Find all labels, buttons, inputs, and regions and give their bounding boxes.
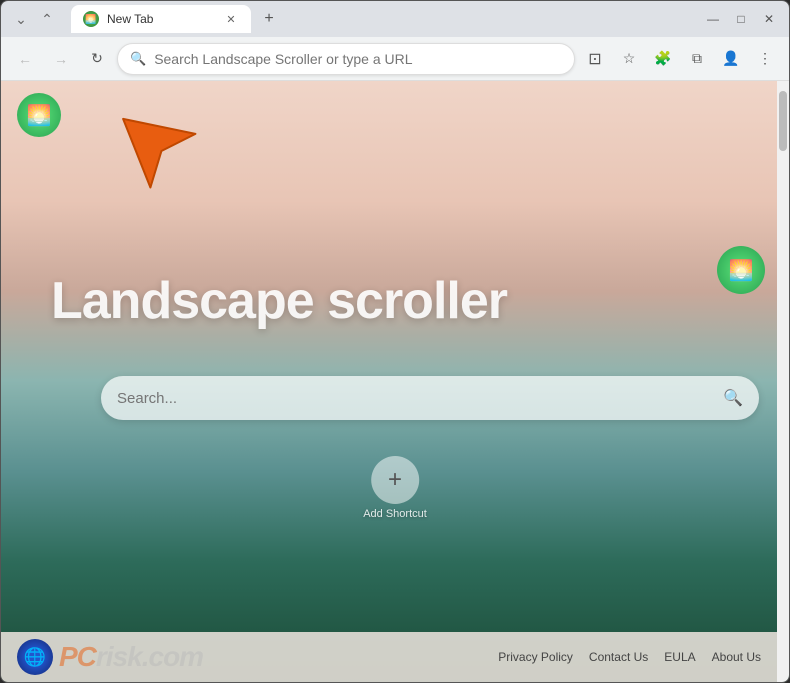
- tab-area: 🌅 New Tab ✕ +: [71, 1, 697, 37]
- contact-us-link[interactable]: Contact Us: [589, 650, 648, 664]
- address-input[interactable]: [154, 51, 562, 67]
- menu-button[interactable]: ⋮: [749, 43, 781, 75]
- add-shortcut-label: Add Shortcut: [363, 508, 427, 520]
- landscape-logo-icon: 🌅: [27, 103, 52, 128]
- add-shortcut-circle[interactable]: +: [371, 456, 419, 504]
- tab-favicon: 🌅: [83, 11, 99, 27]
- split-button[interactable]: ⧉: [681, 43, 713, 75]
- cast-button[interactable]: ⊡: [579, 43, 611, 75]
- main-title: Landscape scroller: [51, 271, 709, 331]
- search-icon: 🔍: [130, 51, 146, 67]
- landscape-logo-icon-right: 🌅: [729, 258, 754, 283]
- search-bar[interactable]: 🔍: [101, 376, 759, 420]
- browser-window: ⌄ ⌃ 🌅 New Tab ✕ + — □ ✕ ← → ↻ 🔍 ⊡ ☆ �: [0, 0, 790, 683]
- search-input[interactable]: [117, 390, 715, 407]
- minimize-button[interactable]: —: [701, 7, 725, 31]
- tab-close-button[interactable]: ✕: [223, 11, 239, 27]
- new-tab-button[interactable]: +: [255, 5, 283, 33]
- search-button-icon[interactable]: 🔍: [723, 388, 743, 408]
- titlebar: ⌄ ⌃ 🌅 New Tab ✕ + — □ ✕: [1, 1, 789, 37]
- page-footer: 🌐 PCrisk.com Privacy Policy Contact Us E…: [1, 632, 777, 682]
- navbar: ← → ↻ 🔍 ⊡ ☆ 🧩 ⧉ 👤 ⋮: [1, 37, 789, 81]
- active-tab[interactable]: 🌅 New Tab ✕: [71, 5, 251, 33]
- close-button[interactable]: ✕: [757, 7, 781, 31]
- window-controls: — □ ✕: [701, 7, 781, 31]
- scrollbar[interactable]: [777, 81, 789, 682]
- address-bar[interactable]: 🔍: [117, 43, 575, 75]
- page-content: 🌅 🌅 Landscape scroller 🔍 + Add Shortcut: [1, 81, 789, 682]
- about-us-link[interactable]: About Us: [712, 650, 761, 664]
- scroll-thumb[interactable]: [779, 91, 787, 151]
- tab-title: New Tab: [107, 12, 215, 26]
- footer-logo: 🌐 PCrisk.com: [17, 639, 203, 675]
- logo-top-right: 🌅: [717, 246, 765, 294]
- extensions-button[interactable]: 🧩: [647, 43, 679, 75]
- chevron-up-btn[interactable]: ⌃: [35, 7, 59, 31]
- nav-actions: ⊡ ☆ 🧩 ⧉ 👤 ⋮: [579, 43, 781, 75]
- privacy-policy-link[interactable]: Privacy Policy: [498, 650, 573, 664]
- chevron-controls: ⌄ ⌃: [9, 7, 59, 31]
- eula-link[interactable]: EULA: [664, 650, 695, 664]
- back-button[interactable]: ←: [9, 43, 41, 75]
- profile-button[interactable]: 👤: [715, 43, 747, 75]
- footer-links: Privacy Policy Contact Us EULA About Us: [498, 650, 761, 664]
- add-shortcut[interactable]: + Add Shortcut: [363, 456, 427, 520]
- pcrisk-logo-icon: 🌐: [17, 639, 53, 675]
- logo-top-left: 🌅: [17, 93, 61, 137]
- maximize-button[interactable]: □: [729, 7, 753, 31]
- chevron-down-btn[interactable]: ⌄: [9, 7, 33, 31]
- reload-button[interactable]: ↻: [81, 43, 113, 75]
- footer-brand: PCrisk.com: [59, 641, 203, 673]
- footer-brand-pc: PC: [59, 641, 96, 672]
- bookmark-button[interactable]: ☆: [613, 43, 645, 75]
- forward-button[interactable]: →: [45, 43, 77, 75]
